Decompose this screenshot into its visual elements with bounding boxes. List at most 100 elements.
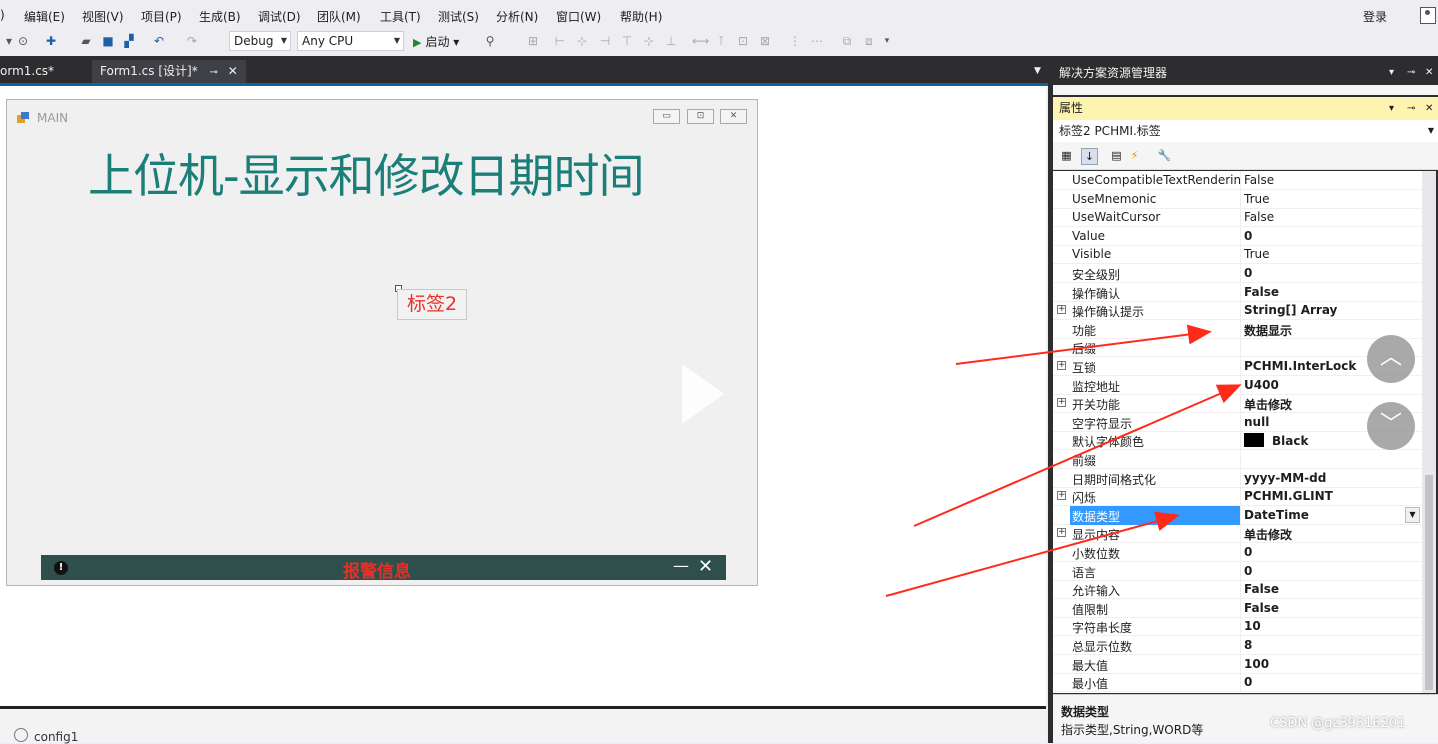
property-value[interactable]: 8 [1244, 638, 1252, 652]
close-icon[interactable]: ✕ [698, 556, 713, 577]
property-row[interactable]: 操作确认 False [1053, 282, 1422, 302]
property-row[interactable]: 允许输入 False [1053, 580, 1422, 600]
align-middle-icon[interactable]: ⊹ [642, 34, 656, 48]
size-to-grid-icon[interactable]: ⊠ [758, 34, 772, 48]
property-value[interactable]: False [1244, 582, 1279, 596]
bring-front-icon[interactable]: ⧉ [840, 34, 854, 48]
property-row[interactable]: 默认字体颜色 Black [1053, 431, 1422, 451]
same-width-icon[interactable]: ⟷ [692, 34, 709, 48]
align-top-icon[interactable]: ⊤ [620, 34, 634, 48]
scroll-up-icon[interactable]: ︿ [1367, 335, 1415, 383]
property-value[interactable]: True [1244, 247, 1270, 261]
property-value[interactable]: Black [1244, 433, 1308, 448]
expand-icon[interactable]: + [1057, 491, 1066, 501]
menu-build[interactable]: 生成(B) [199, 8, 241, 25]
categorized-icon[interactable]: ▦ [1059, 148, 1074, 163]
tab-form1-designer[interactable]: Form1.cs [设计]* ⊸ ✕ [92, 60, 246, 83]
property-row[interactable]: 日期时间格式化 yyyy-MM-dd [1053, 468, 1422, 488]
expand-icon[interactable]: + [1057, 528, 1066, 538]
navigate-icon[interactable]: ⊙ [16, 34, 30, 48]
alphabetical-icon[interactable]: ↓ [1081, 148, 1098, 165]
minimize-icon[interactable]: — [673, 556, 689, 575]
property-value[interactable]: 0 [1244, 675, 1252, 689]
menu-help[interactable]: 帮助(H) [620, 8, 662, 25]
property-row[interactable]: + 显示内容 单击修改 [1053, 524, 1422, 544]
property-value[interactable]: 单击修改 [1244, 396, 1292, 413]
align-center-icon[interactable]: ⊹ [575, 34, 589, 48]
tab-list-dropdown-icon[interactable]: ▼ [1034, 66, 1041, 76]
config-select[interactable]: Debug ▼ [229, 31, 291, 51]
vspace-icon[interactable]: ⋯ [810, 34, 824, 48]
video-play-icon[interactable] [682, 364, 724, 424]
overflow-icon[interactable]: ▾ [880, 34, 894, 48]
alarm-bar[interactable]: ! 报警信息 — ✕ [41, 555, 726, 582]
property-value[interactable]: 单击修改 [1244, 526, 1292, 543]
scroll-down-icon[interactable]: ﹀ [1367, 402, 1415, 450]
menu-analyze[interactable]: 分析(N) [496, 8, 538, 25]
dropdown-arrow-icon[interactable]: ▾ [2, 34, 16, 48]
property-pages-icon[interactable]: 🔧 [1157, 148, 1172, 163]
align-bottom-icon[interactable]: ⊥ [664, 34, 678, 48]
property-value[interactable]: DateTime [1244, 508, 1309, 522]
scrollbar-thumb[interactable] [1425, 475, 1433, 690]
menu-project[interactable]: 项目(P) [141, 8, 182, 25]
property-value[interactable]: False [1244, 601, 1279, 615]
property-row[interactable]: 前缀 [1053, 450, 1422, 469]
dropdown-icon[interactable]: ▾ [1389, 97, 1394, 120]
property-row[interactable]: UseCompatibleTextRendering False [1053, 171, 1422, 190]
redo-icon[interactable]: ↷ [185, 34, 199, 48]
same-height-icon[interactable]: ⊺ [714, 34, 728, 48]
minimize-icon[interactable]: ▭ [653, 109, 680, 124]
expand-icon[interactable]: + [1057, 398, 1066, 408]
close-icon[interactable]: ✕ [1425, 61, 1433, 85]
property-row[interactable]: Visible True [1053, 245, 1422, 265]
undo-icon[interactable]: ↶ [152, 34, 166, 48]
property-value[interactable]: 0 [1244, 564, 1252, 578]
save-icon[interactable]: ■ [101, 34, 115, 48]
object-selector[interactable]: 标签2 PCHMI.标签 ▼ [1053, 120, 1438, 142]
page-title[interactable]: 上位机-显示和修改日期时间 [88, 140, 645, 206]
find-icon[interactable]: ⚲ [483, 34, 497, 48]
property-value[interactable]: 10 [1244, 619, 1261, 633]
property-row[interactable]: 小数位数 0 [1053, 543, 1422, 562]
property-row[interactable]: UseMnemonic True [1053, 189, 1422, 209]
close-icon[interactable]: ✕ [228, 64, 238, 78]
menu-view[interactable]: 视图(V) [82, 8, 124, 25]
menu-item-partial[interactable]: ) [0, 8, 5, 22]
menu-tools[interactable]: 工具(T) [380, 8, 421, 25]
expand-icon[interactable]: + [1057, 361, 1066, 370]
chevron-down-icon[interactable]: ▼ [1405, 506, 1420, 523]
events-icon[interactable]: ⚡ [1127, 148, 1142, 163]
property-row[interactable]: 值限制 False [1053, 598, 1422, 618]
align-right-icon[interactable]: ⊣ [598, 34, 612, 48]
same-size-icon[interactable]: ⊡ [736, 34, 750, 48]
property-row[interactable]: UseWaitCursor False [1053, 208, 1422, 228]
property-value[interactable]: 0 [1244, 266, 1252, 280]
open-folder-icon[interactable]: ▰ [79, 34, 93, 48]
start-button[interactable]: ▶ 启动 ▾ [413, 33, 459, 50]
tray-component-config1[interactable]: config1 [34, 730, 78, 744]
property-row[interactable]: + 操作确认提示 String[] Array [1053, 301, 1422, 321]
expand-icon[interactable]: + [1057, 305, 1066, 315]
label2-control[interactable]: 标签2 [397, 289, 467, 320]
property-row[interactable]: + 闪烁 PCHMI.GLINT [1053, 487, 1422, 507]
platform-select[interactable]: Any CPU ▼ [297, 31, 404, 51]
property-value[interactable]: 数据显示 [1244, 322, 1292, 339]
property-value[interactable]: False [1244, 210, 1274, 224]
property-value[interactable]: U400 [1244, 378, 1279, 392]
property-row[interactable]: Value 0 [1053, 226, 1422, 246]
maximize-icon[interactable]: ⊡ [687, 109, 714, 124]
menu-team[interactable]: 团队(M) [317, 8, 361, 25]
property-row[interactable]: 最大值 100 [1053, 654, 1422, 674]
property-value[interactable]: True [1244, 192, 1270, 206]
close-icon[interactable]: ✕ [720, 109, 747, 124]
send-back-icon[interactable]: ⧈ [862, 34, 876, 48]
property-value[interactable]: 0 [1244, 229, 1252, 243]
property-value[interactable]: 100 [1244, 657, 1269, 671]
property-row[interactable]: 数据类型 DateTime ▼ [1053, 505, 1422, 525]
hspace-icon[interactable]: ⋮ [788, 34, 802, 48]
properties-icon[interactable]: ▤ [1109, 148, 1124, 163]
property-row[interactable]: 监控地址 U400 [1053, 375, 1422, 395]
menu-test[interactable]: 测试(S) [438, 8, 479, 25]
new-project-icon[interactable]: ✚ [44, 34, 58, 48]
